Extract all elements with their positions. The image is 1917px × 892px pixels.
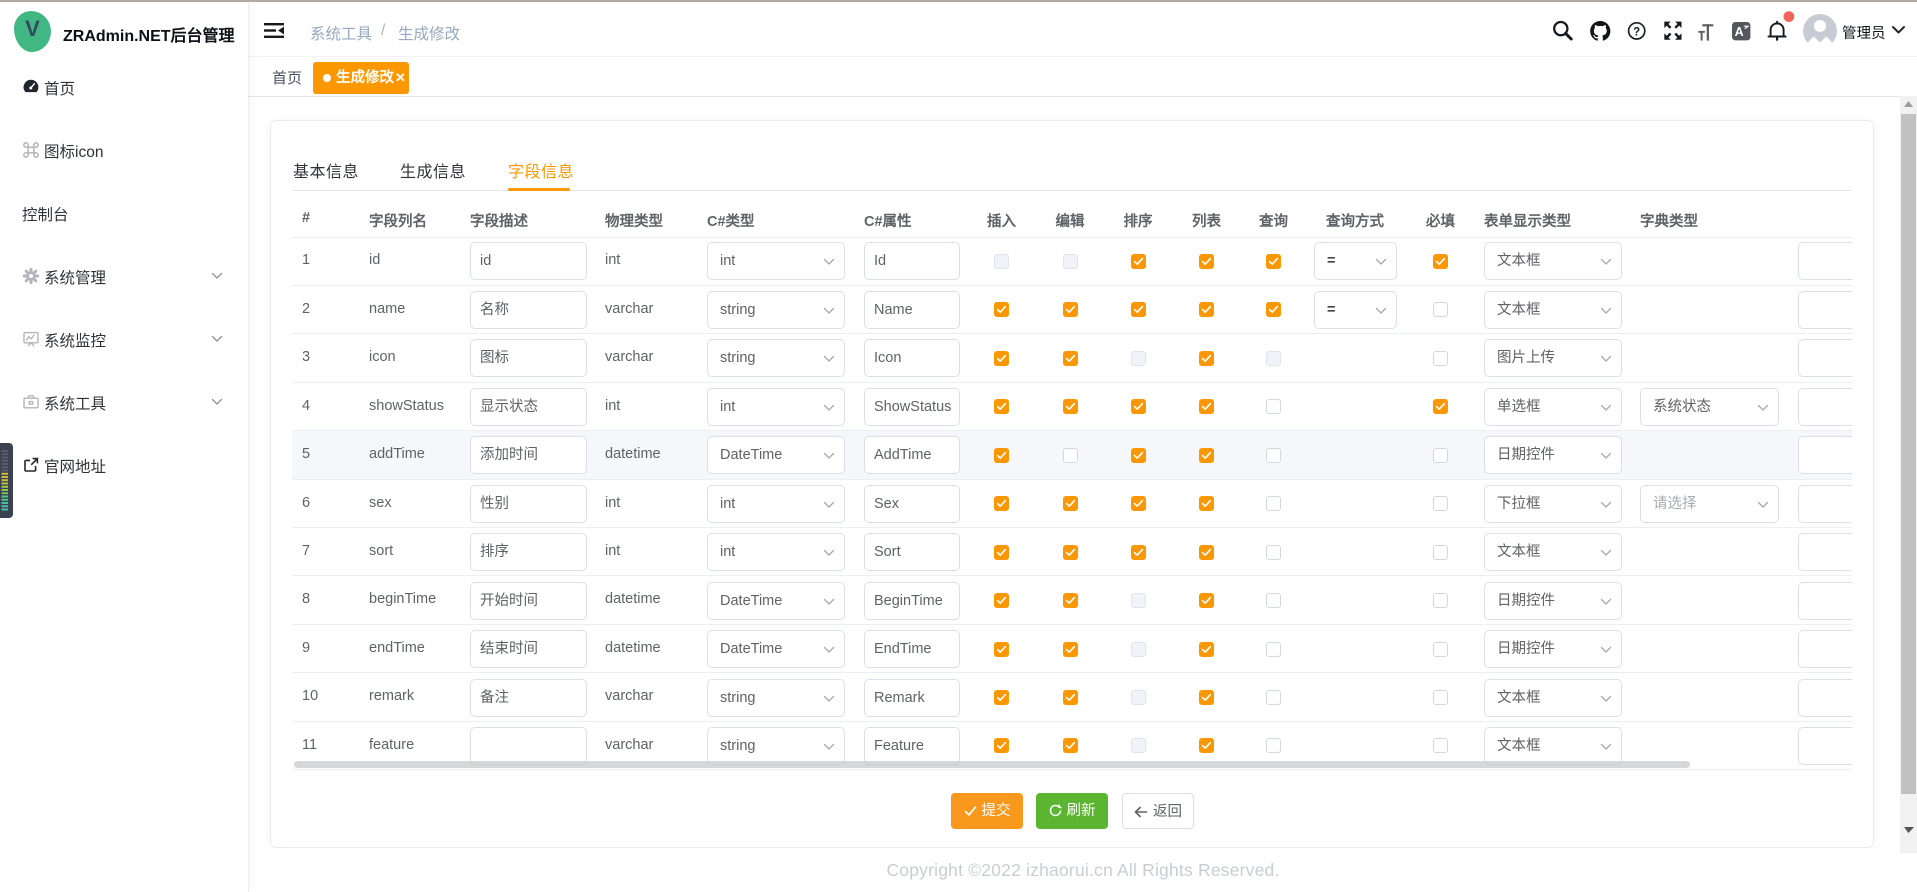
svg-text:A: A <box>1735 25 1744 39</box>
svg-text:?: ? <box>1633 26 1640 38</box>
